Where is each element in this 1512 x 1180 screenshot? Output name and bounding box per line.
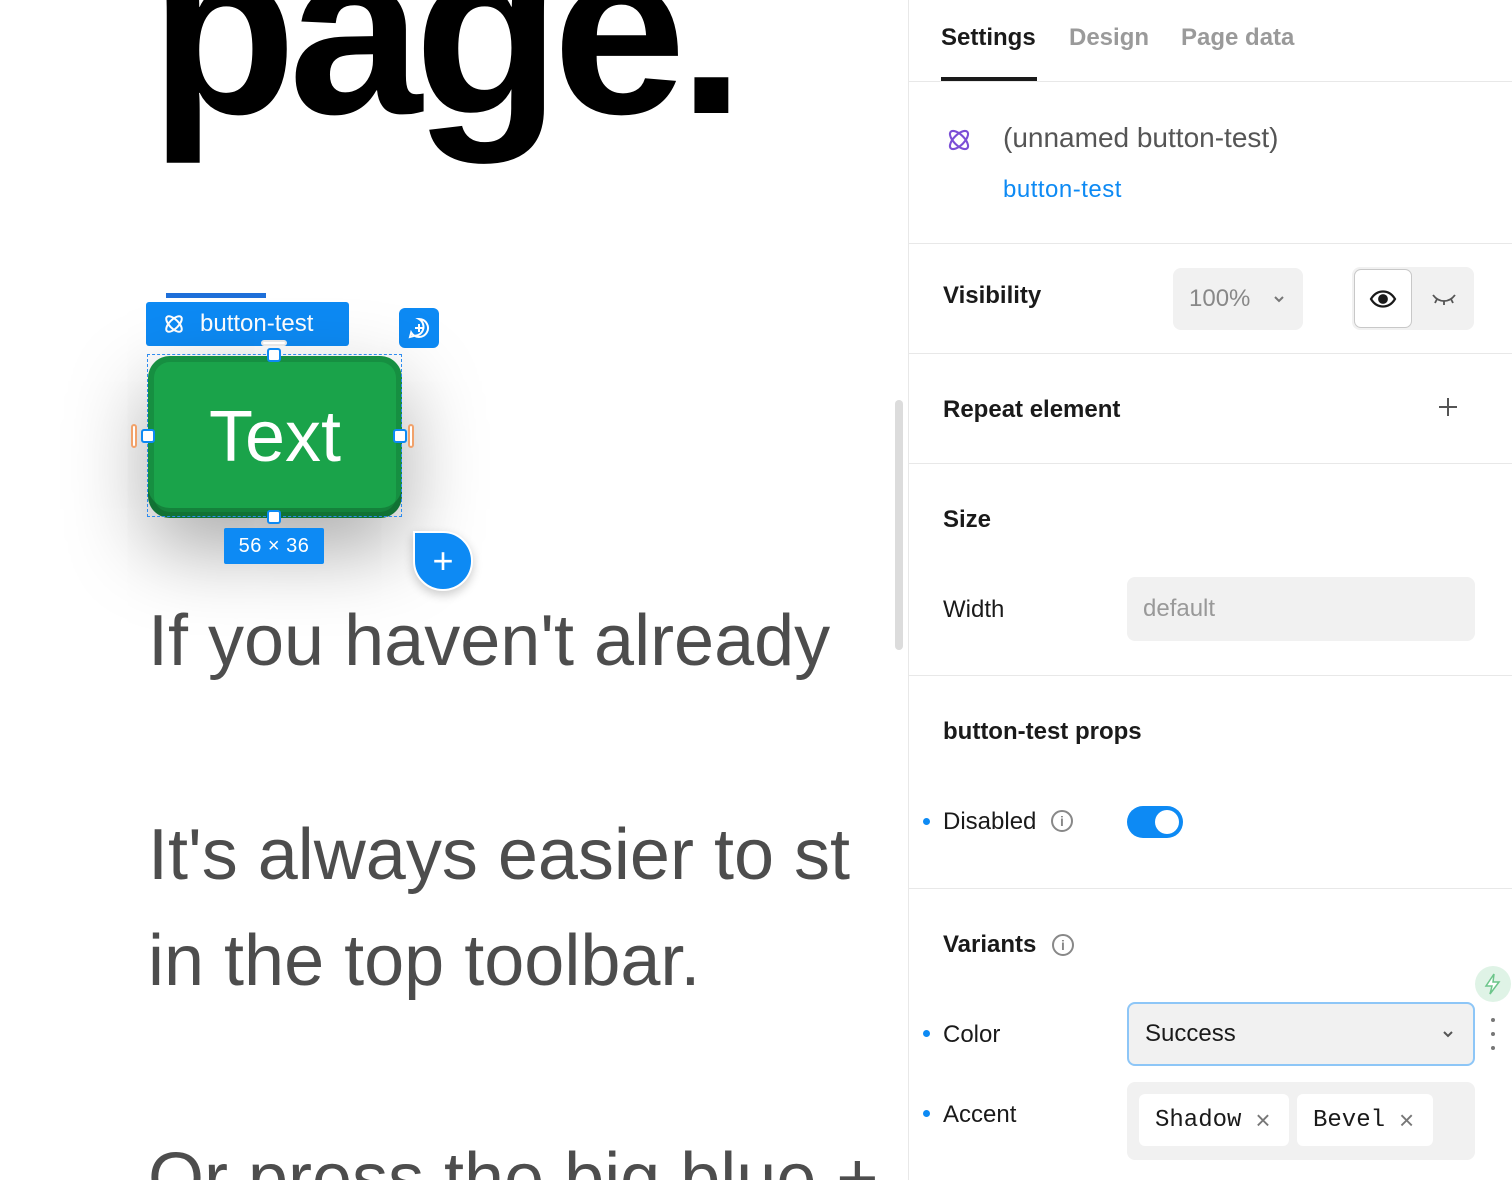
component-icon <box>948 129 970 151</box>
chip-label: Bevel <box>1313 1106 1386 1134</box>
eye-closed-icon <box>1432 293 1456 305</box>
top-resize-grip[interactable] <box>261 340 287 346</box>
plus-icon <box>1439 398 1457 416</box>
resize-handle-top[interactable] <box>267 348 281 362</box>
color-label: Color <box>943 1021 1001 1048</box>
selection-ruler-mark <box>166 293 266 298</box>
chevron-down-icon <box>1443 1031 1453 1038</box>
active-tab-indicator <box>941 77 1037 81</box>
variants-title: Variants <box>943 931 1037 958</box>
divider <box>909 243 1512 244</box>
divider <box>909 675 1512 676</box>
insert-element-button[interactable]: + <box>413 531 473 591</box>
accent-label: Accent <box>943 1101 1017 1128</box>
page-heading: page. <box>150 0 745 164</box>
comment-plus-icon <box>408 317 429 339</box>
canvas-paragraph-1: If you haven't already <box>148 601 831 681</box>
accent-chip-bevel: Bevel × <box>1297 1094 1433 1146</box>
accent-chip-shadow: Shadow × <box>1139 1094 1289 1146</box>
canvas-scrollbar[interactable] <box>895 400 903 650</box>
left-padding-grip[interactable] <box>131 424 137 448</box>
width-placeholder: default <box>1143 595 1216 622</box>
repeat-element-label: Repeat element <box>943 396 1121 423</box>
accent-variant-multiselect[interactable]: Shadow × Bevel × <box>1127 1082 1475 1160</box>
remove-icon[interactable]: × <box>1399 1107 1414 1133</box>
panel-tabs: Settings Design Page data <box>909 0 1512 82</box>
width-input[interactable]: default <box>1127 577 1475 641</box>
divider <box>909 463 1512 464</box>
divider <box>909 888 1512 889</box>
element-dimensions: 56 × 36 <box>224 528 324 564</box>
opacity-select[interactable]: 100% <box>1173 268 1303 330</box>
canvas-paragraph-3: Or press the big blue + <box>148 1139 879 1180</box>
resize-handle-right[interactable] <box>393 429 407 443</box>
width-label: Width <box>943 596 1005 623</box>
visibility-label: Visibility <box>943 282 1042 309</box>
divider <box>909 353 1512 354</box>
remove-icon[interactable]: × <box>1255 1107 1270 1133</box>
settings-panel: Settings Design Page data (unnamed butto… <box>908 0 1512 1180</box>
tab-page-data[interactable]: Page data <box>1181 24 1294 52</box>
size-label: Size <box>943 506 992 533</box>
lightning-icon[interactable] <box>1475 966 1511 1002</box>
button-text: Text <box>208 397 342 477</box>
resize-handle-bottom[interactable] <box>267 510 281 524</box>
prop-set-indicator <box>923 1110 930 1117</box>
selected-element-name: button-test <box>200 310 314 337</box>
info-icon[interactable]: i <box>1052 934 1074 956</box>
disabled-label: Disabled <box>943 808 1037 835</box>
disabled-toggle[interactable] <box>1127 806 1183 838</box>
color-variant-select[interactable]: Success <box>1127 1002 1475 1066</box>
add-repeat-button[interactable] <box>1433 394 1463 424</box>
component-instance-name[interactable]: (unnamed button-test) <box>1003 122 1279 154</box>
opacity-value: 100% <box>1189 285 1251 312</box>
resize-handle-left[interactable] <box>141 429 155 443</box>
color-variant-value: Success <box>1145 1020 1236 1047</box>
add-comment-button[interactable] <box>399 308 439 348</box>
canvas-paragraph-2: It's always easier to st in the top tool… <box>148 815 850 1001</box>
props-title: button-test props <box>943 718 1142 745</box>
chip-label: Shadow <box>1155 1106 1242 1134</box>
chevron-down-icon <box>1274 296 1285 303</box>
toggle-knob <box>1155 810 1179 834</box>
visible-button[interactable] <box>1354 269 1412 328</box>
prop-set-indicator <box>923 1030 930 1037</box>
info-icon[interactable]: i <box>1051 810 1073 832</box>
hidden-button[interactable] <box>1416 269 1472 328</box>
right-padding-grip[interactable] <box>408 424 414 448</box>
component-icon <box>165 315 183 333</box>
prop-set-indicator <box>923 818 930 825</box>
visibility-toggle <box>1352 267 1474 330</box>
component-link[interactable]: button-test <box>1003 176 1122 204</box>
tab-design[interactable]: Design <box>1069 24 1149 52</box>
selected-button-element[interactable]: Text <box>148 356 402 518</box>
plus-icon: + <box>432 540 454 581</box>
selected-element-label[interactable]: button-test <box>146 302 349 346</box>
more-options-icon[interactable] <box>1489 1018 1497 1050</box>
eye-icon <box>1369 289 1397 308</box>
design-canvas[interactable]: page. button-test Text 56 × 36 + If you … <box>0 0 908 1180</box>
tab-settings[interactable]: Settings <box>941 24 1036 52</box>
